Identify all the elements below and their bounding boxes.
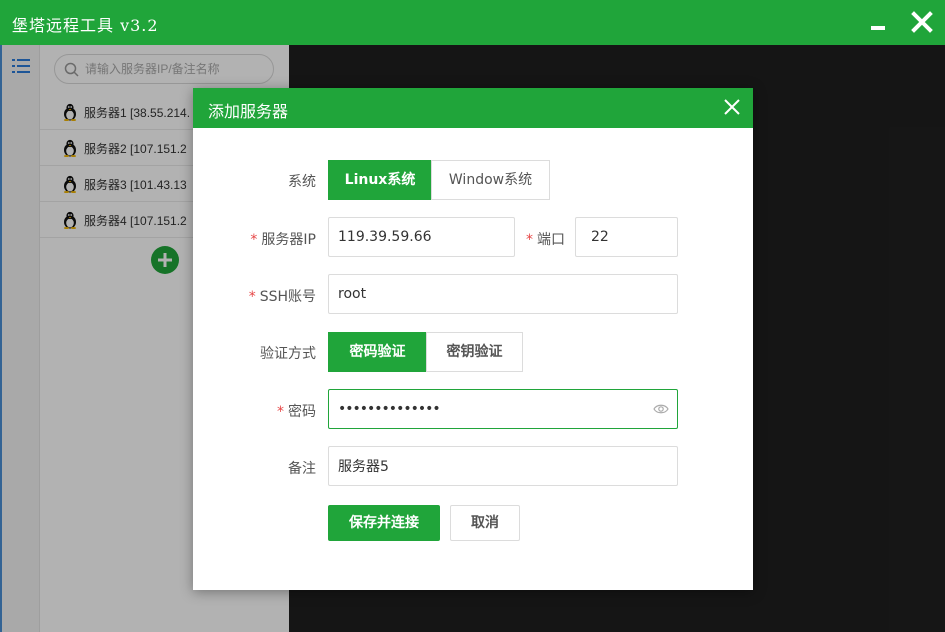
password-field[interactable] xyxy=(328,389,678,429)
password-label-text: 密码 xyxy=(288,404,316,420)
system-label: 系统 xyxy=(288,174,316,190)
password-input[interactable] xyxy=(338,399,638,419)
server-ip-field[interactable] xyxy=(328,217,515,257)
auth-option-password[interactable]: 密码验证 xyxy=(328,332,427,372)
close-icon xyxy=(911,11,933,33)
dialog-header: 添加服务器 xyxy=(193,88,753,128)
close-icon xyxy=(724,99,740,115)
password-label: * 密码 xyxy=(223,401,316,421)
auth-option-key[interactable]: 密钥验证 xyxy=(426,332,523,372)
server-ip-label-text: 服务器IP xyxy=(261,232,316,248)
system-option-windows[interactable]: Window系统 xyxy=(431,160,550,200)
ssh-account-label-text: SSH账号 xyxy=(259,289,316,305)
port-field[interactable] xyxy=(575,217,678,257)
ssh-account-label: * SSH账号 xyxy=(223,286,316,306)
port-label: * 端口 xyxy=(515,229,565,249)
port-input[interactable] xyxy=(591,227,676,247)
auth-method-label: 验证方式 xyxy=(260,346,316,362)
required-mark: * xyxy=(526,232,533,248)
server-ip-label: * 服务器IP xyxy=(223,229,316,249)
system-option-linux[interactable]: Linux系统 xyxy=(328,160,432,200)
server-ip-input[interactable] xyxy=(338,227,505,247)
eye-icon[interactable] xyxy=(653,403,669,415)
remark-label: 备注 xyxy=(288,461,316,477)
ssh-account-field[interactable] xyxy=(328,274,678,314)
title-bar: 堡塔远程工具 v3.2 xyxy=(0,0,945,45)
ssh-account-input[interactable] xyxy=(338,284,668,304)
port-label-text: 端口 xyxy=(537,232,565,248)
minimize-button[interactable] xyxy=(862,8,892,38)
required-mark: * xyxy=(248,289,256,305)
required-mark: * xyxy=(277,404,284,420)
required-mark: * xyxy=(250,232,258,248)
dialog-close-button[interactable] xyxy=(721,96,743,118)
cancel-button[interactable]: 取消 xyxy=(450,505,520,541)
window-title: 堡塔远程工具 v3.2 xyxy=(12,16,159,35)
remark-input[interactable] xyxy=(338,456,668,476)
add-server-dialog: 添加服务器 系统 Linux系统 Window系统 *服务器IP *端口 *SS… xyxy=(193,88,753,590)
save-and-connect-button[interactable]: 保存并连接 xyxy=(328,505,440,541)
window-close-button[interactable] xyxy=(906,6,938,38)
minimize-icon xyxy=(871,26,885,30)
dialog-title: 添加服务器 xyxy=(208,102,289,121)
remark-field[interactable] xyxy=(328,446,678,486)
